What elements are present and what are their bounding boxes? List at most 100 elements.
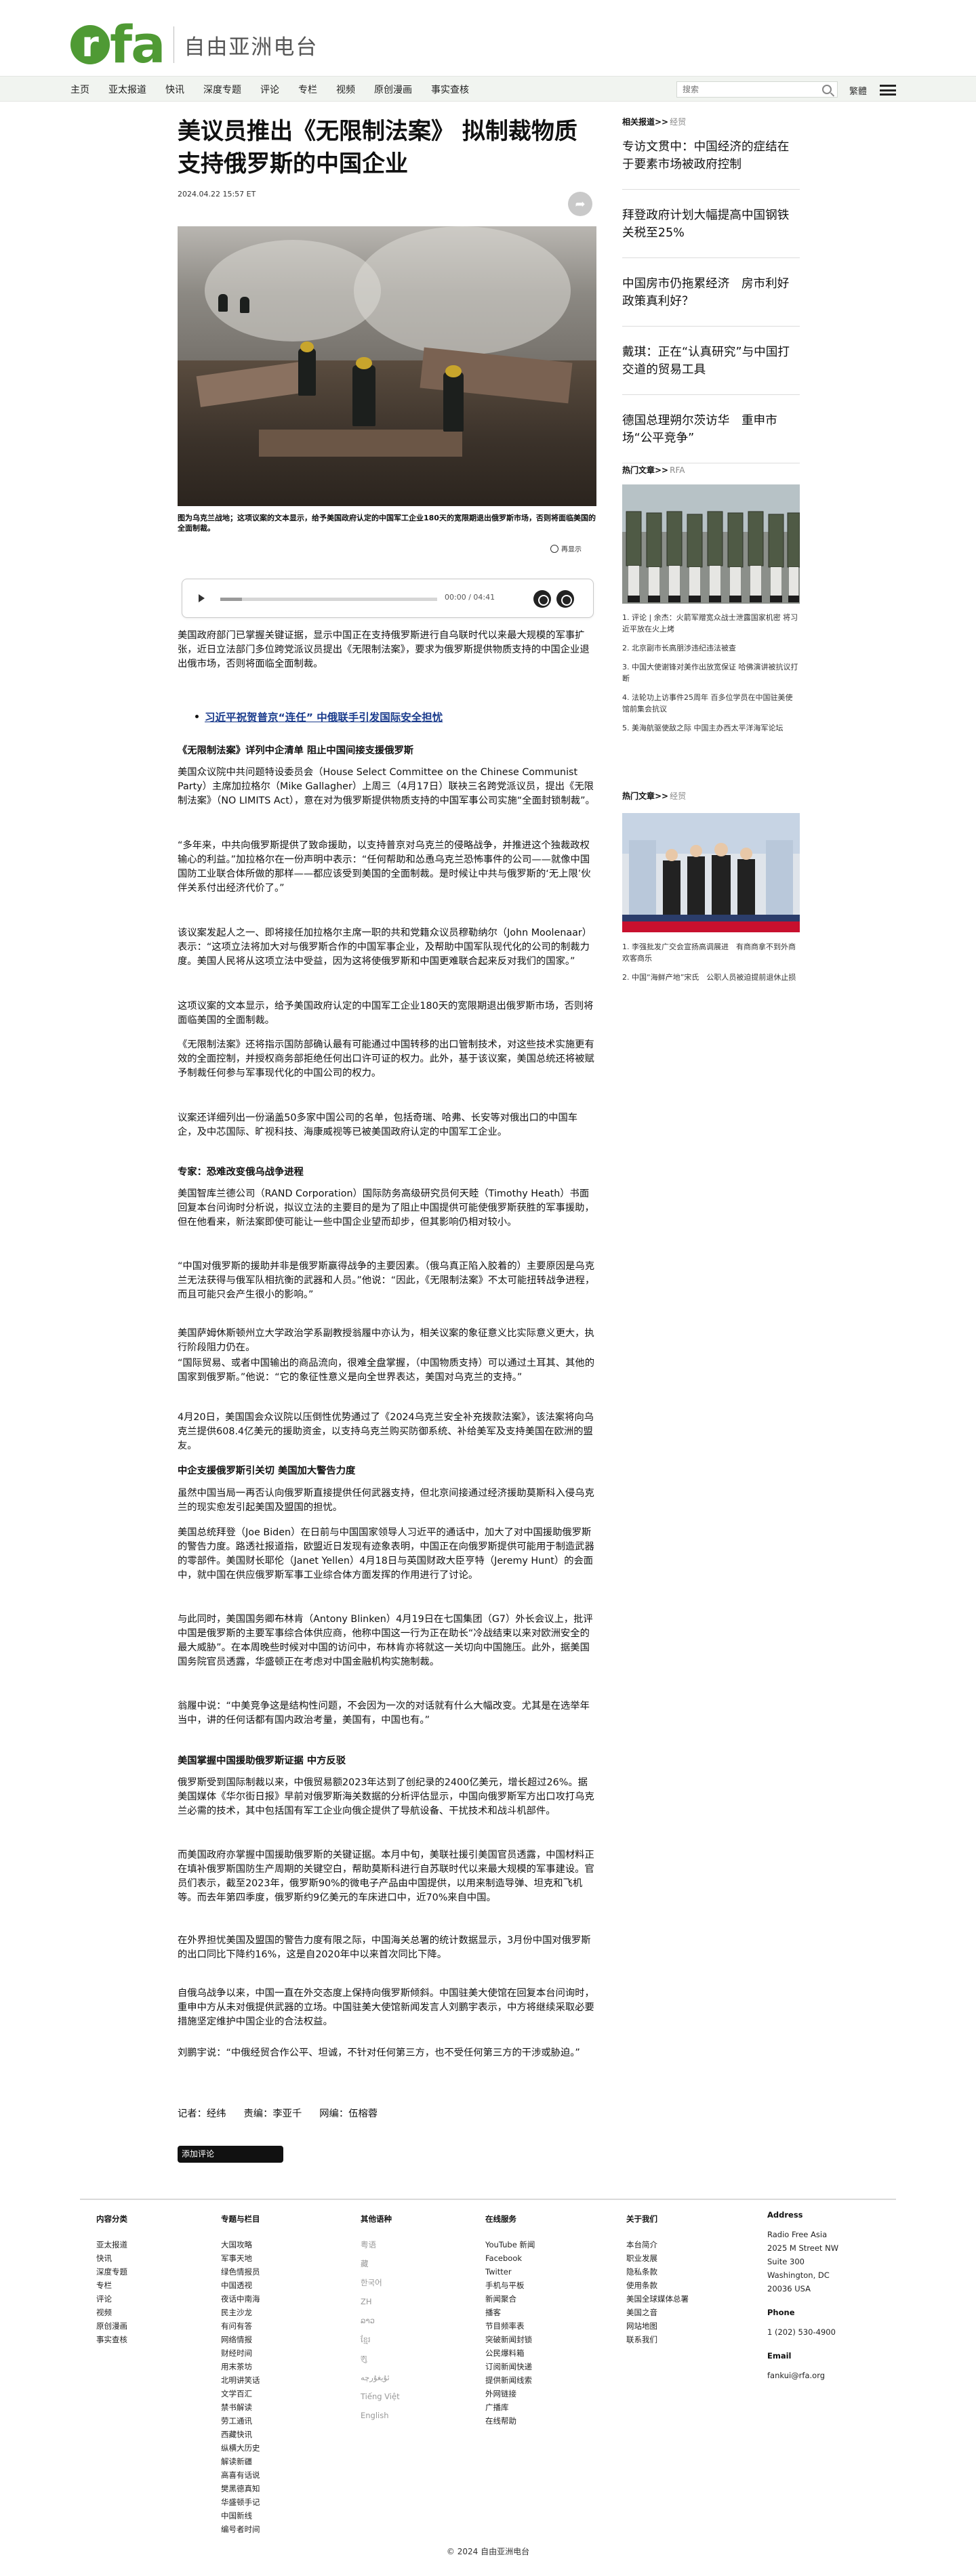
footer-link[interactable]: 劳工通讯: [221, 2414, 260, 2428]
footer-link[interactable]: 联系我们: [626, 2333, 689, 2346]
footer-link[interactable]: 财经时间: [221, 2346, 260, 2360]
enlarge-photo-link[interactable]: 再显示: [550, 543, 582, 554]
footer-link[interactable]: 公民爆料箱: [485, 2346, 535, 2360]
footer-link[interactable]: 原创漫画: [96, 2319, 127, 2333]
footer-link[interactable]: 广播库: [485, 2401, 535, 2414]
footer-link[interactable]: Facebook: [485, 2251, 535, 2265]
footer-link[interactable]: 有问有答: [221, 2319, 260, 2333]
footer-link[interactable]: 纵横大历史: [221, 2441, 260, 2455]
sidebar-related-item[interactable]: 德国总理朔尔茨访华 重申市场“公平竞争”: [622, 412, 800, 447]
footer-link[interactable]: 网络情报: [221, 2333, 260, 2346]
footer-link[interactable]: 深度专题: [96, 2265, 127, 2279]
hot2-list-item[interactable]: 1. 李强批发广交会宣扬高调展进 有商商拿不到外商欢客商乐: [622, 941, 800, 964]
nav-item-cartoons[interactable]: 原创漫画: [374, 83, 412, 96]
footer-link[interactable]: 西藏快讯: [221, 2428, 260, 2441]
footer-link[interactable]: 播客: [485, 2306, 535, 2319]
footer-link[interactable]: 突破新闻封锁: [485, 2333, 535, 2346]
sidebar-related-item[interactable]: 拜登政府计划大幅提高中国钢铁关税至25%: [622, 207, 800, 242]
footer-link[interactable]: 编号者时间: [221, 2522, 260, 2536]
footer-link[interactable]: 隐私条款: [626, 2265, 689, 2279]
sidebar-hot-heading[interactable]: 热门文章>> RFA: [622, 464, 800, 476]
footer-link[interactable]: 事实查核: [96, 2333, 127, 2346]
footer-link[interactable]: 快讯: [96, 2251, 127, 2265]
footer-link[interactable]: 高喜有话说: [221, 2468, 260, 2482]
sidebar-hot2-heading[interactable]: 热门文章>> 经贸: [622, 790, 800, 802]
volume-icon[interactable]: [533, 590, 551, 608]
footer-link[interactable]: YouTube 新闻: [485, 2238, 535, 2251]
search-icon[interactable]: [822, 85, 832, 94]
footer-link[interactable]: 订阅新闻快递: [485, 2360, 535, 2373]
footer-link[interactable]: 中国新线: [221, 2509, 260, 2522]
language-switch[interactable]: 繁體: [849, 84, 867, 97]
sidebar-related-item[interactable]: 中国房市仍拖累经济 房市利好政策真利好？: [622, 275, 800, 310]
footer-link[interactable]: 用末茶坊: [221, 2360, 260, 2373]
footer-link[interactable]: ខ្មែរ: [361, 2333, 400, 2346]
footer-link[interactable]: 本台简介: [626, 2238, 689, 2251]
footer-link[interactable]: Twitter: [485, 2265, 535, 2279]
footer-link[interactable]: 粤语: [361, 2238, 400, 2251]
hot-list-item[interactable]: 4. 法轮功上访事件25周年 百多位学员在中国驻美使馆前集会抗议: [622, 692, 800, 715]
sidebar-related-item[interactable]: 戴琪：正在“认真研究”与中国打交道的贸易工具: [622, 344, 800, 379]
hot-article-photo[interactable]: [622, 484, 800, 604]
footer-link[interactable]: ཨུ: [361, 2352, 400, 2365]
sidebar-related-item[interactable]: 专访文贯中：中国经济的症结在于要素市场被政府控制: [622, 138, 800, 173]
footer-link[interactable]: 提供新闻线索: [485, 2373, 535, 2387]
nav-item-video[interactable]: 视频: [336, 83, 355, 96]
nav-item-home[interactable]: 主页: [70, 83, 89, 96]
hot2-list-item[interactable]: 2. 中国“海鲜产地”宋氏 公职人员被迫提前退休止损: [622, 972, 800, 983]
nav-item-in-depth[interactable]: 深度专题: [203, 83, 241, 96]
footer-link[interactable]: 军事天地: [221, 2251, 260, 2265]
footer-link[interactable]: ZH: [361, 2295, 400, 2308]
add-comment-button[interactable]: 添加评论: [178, 2146, 283, 2163]
footer-link[interactable]: 外网链接: [485, 2387, 535, 2401]
footer-link[interactable]: English: [361, 2409, 400, 2422]
footer-link[interactable]: 美国之音: [626, 2306, 689, 2319]
footer-link[interactable]: 绿色情报员: [221, 2265, 260, 2279]
footer-link[interactable]: 中国透视: [221, 2279, 260, 2292]
footer-link[interactable]: 在线帮助: [485, 2414, 535, 2428]
footer-link[interactable]: 解读新疆: [221, 2455, 260, 2468]
footer-link[interactable]: Tiếng Việt: [361, 2390, 400, 2403]
footer-link[interactable]: 华盛顿手记: [221, 2495, 260, 2509]
hot-list-item[interactable]: 3. 中国大使谢锋对美作出放宽保证 哈佛演讲被抗议打断: [622, 661, 800, 684]
footer-link[interactable]: ئۇيغۇرچە: [361, 2371, 400, 2384]
footer-link[interactable]: 评论: [96, 2292, 127, 2306]
related-article-link[interactable]: 习近平祝贺普京“连任” 中俄联手引发国际安全担忧: [195, 709, 443, 724]
footer-link[interactable]: 美国全球媒体总署: [626, 2292, 689, 2306]
hot-list-item[interactable]: 2. 北京副市长高朋涉违纪违法被查: [622, 642, 800, 654]
hot2-article-photo[interactable]: [622, 813, 800, 932]
footer-link[interactable]: 手机与平板: [485, 2279, 535, 2292]
footer-email-link[interactable]: fankui@rfa.org: [767, 2369, 838, 2382]
hamburger-menu-icon[interactable]: [880, 85, 896, 96]
footer-link[interactable]: 使用条款: [626, 2279, 689, 2292]
footer-link[interactable]: 한국어: [361, 2276, 400, 2289]
nav-item-fact-check[interactable]: 事实查核: [431, 83, 469, 96]
play-icon[interactable]: [199, 594, 205, 602]
nav-item-asia-pacific[interactable]: 亚太报道: [108, 83, 146, 96]
footer-link[interactable]: 职业发展: [626, 2251, 689, 2265]
sidebar-related-heading[interactable]: 相关报道>> 经贸: [622, 116, 800, 127]
hot-list-item[interactable]: 1. 评论 | 余杰：火箭军赠宽众战士泄露国家机密 将习近平放在火上烤: [622, 612, 800, 635]
share-icon[interactable]: ➦: [568, 192, 592, 216]
search-input[interactable]: [677, 82, 813, 97]
footer-link[interactable]: 新闻聚合: [485, 2292, 535, 2306]
hot-list-item[interactable]: 5. 美海航驱使敌之际 中国主办西太平洋海军论坛: [622, 722, 800, 734]
nav-item-commentary[interactable]: 评论: [260, 83, 279, 96]
footer-link[interactable]: 民主沙龙: [221, 2306, 260, 2319]
footer-link[interactable]: ລາວ: [361, 2314, 400, 2327]
nav-item-news-flash[interactable]: 快讯: [165, 83, 184, 96]
footer-link[interactable]: 樊黑德真知: [221, 2482, 260, 2495]
footer-link[interactable]: 文学百汇: [221, 2387, 260, 2401]
site-logo[interactable]: r fa 自由亚洲电台: [70, 19, 318, 70]
footer-link[interactable]: 专栏: [96, 2279, 127, 2292]
footer-link[interactable]: 夜话中南海: [221, 2292, 260, 2306]
footer-link[interactable]: 视频: [96, 2306, 127, 2319]
footer-link[interactable]: 网站地图: [626, 2319, 689, 2333]
footer-link[interactable]: 藏: [361, 2257, 400, 2270]
footer-link[interactable]: 节目频率表: [485, 2319, 535, 2333]
footer-link[interactable]: 禁书解读: [221, 2401, 260, 2414]
audio-seek-bar[interactable]: [220, 598, 437, 601]
footer-link[interactable]: 亚太报道: [96, 2238, 127, 2251]
footer-link[interactable]: 大国攻略: [221, 2238, 260, 2251]
nav-item-columns[interactable]: 专栏: [298, 83, 317, 96]
